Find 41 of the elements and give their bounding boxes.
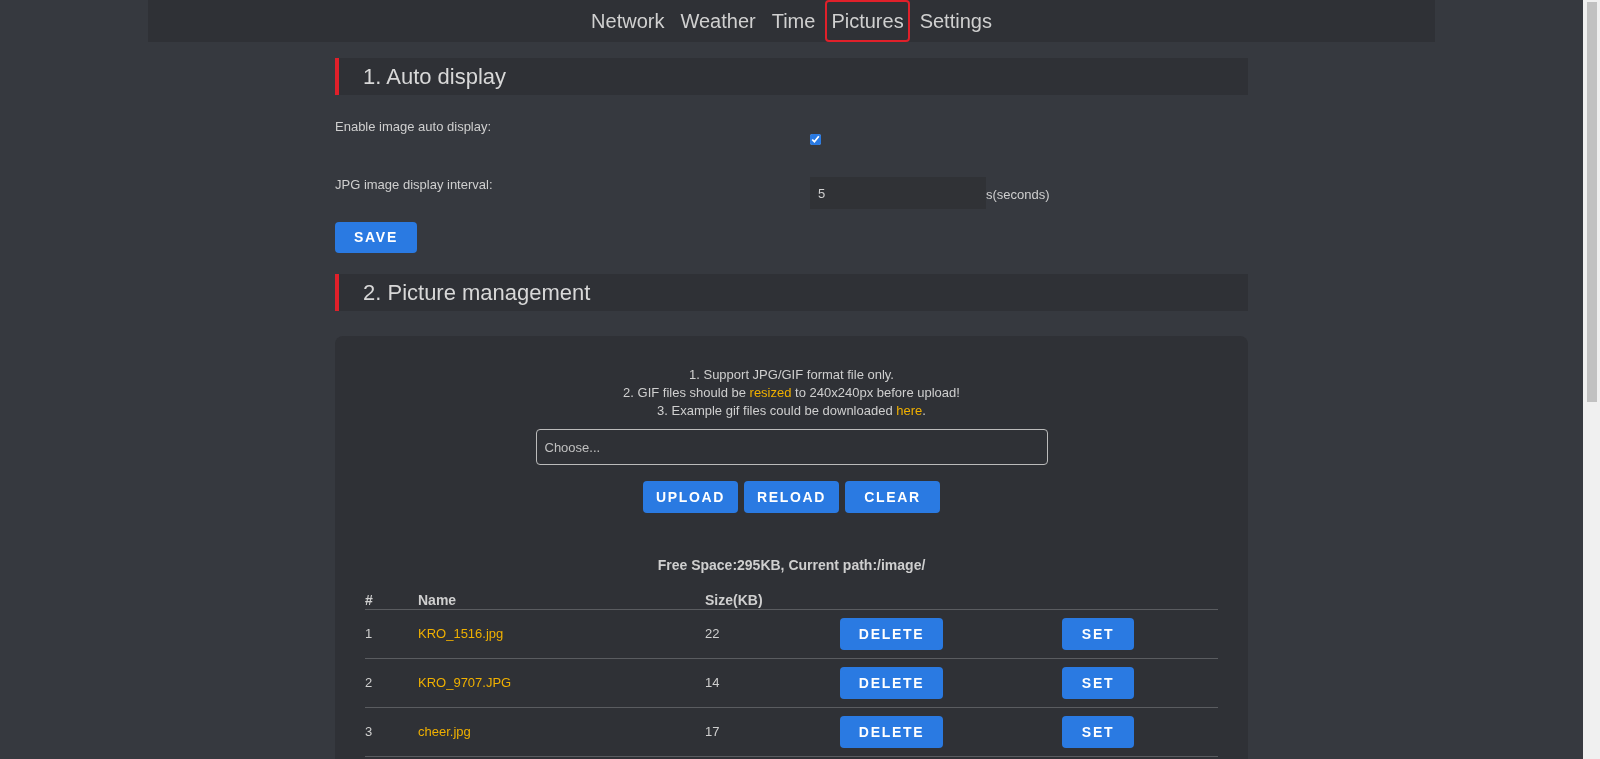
interval-input-field[interactable]: 5 xyxy=(810,177,986,209)
auto-display-checkbox[interactable] xyxy=(810,134,821,145)
set-button[interactable]: SET xyxy=(1062,618,1134,650)
file-name-link[interactable]: KRO_9707.JPG xyxy=(418,673,705,693)
section-title: 2. Picture management xyxy=(363,279,591,307)
help-link[interactable]: resized xyxy=(749,385,792,400)
help-text: 2. GIF files should be resized to 240x240px before upload! xyxy=(623,384,960,402)
table-cell-text: 22 xyxy=(705,625,721,644)
file-input-field[interactable]: Choose... xyxy=(535,429,1048,465)
table-cell-text: 1 xyxy=(365,625,374,644)
scrollbar[interactable] xyxy=(1583,0,1600,759)
column-header: Name xyxy=(418,591,458,610)
file-name-link[interactable]: KRO_1516.jpg xyxy=(418,624,705,644)
set-button[interactable]: SET xyxy=(1062,716,1134,748)
table-cell-text: 3 xyxy=(365,723,374,742)
nav-tab[interactable]: Weather xyxy=(674,0,762,42)
column-header: Size(KB) xyxy=(705,591,764,610)
table-cell-text: 2 xyxy=(365,674,374,693)
free-space-text: Free Space:295KB, Current path:/image/ xyxy=(657,556,926,575)
delete-button[interactable]: DELETE xyxy=(840,667,943,699)
section-title: 1. Auto display xyxy=(363,63,507,91)
field-label: Enable image auto display: xyxy=(335,118,493,136)
nav-tab[interactable]: Network xyxy=(585,0,671,42)
nav-tab[interactable]: Settings xyxy=(913,0,998,42)
file-name-link[interactable]: cheer.jpg xyxy=(418,722,705,742)
help-text: 3. Example gif files could be downloaded here. xyxy=(657,402,926,420)
action-button[interactable]: CLEAR xyxy=(845,481,940,513)
delete-button[interactable]: DELETE xyxy=(840,618,943,650)
save-button[interactable]: SAVE xyxy=(335,222,417,253)
table-cell-text: 17 xyxy=(705,723,721,742)
field-label: JPG image display interval: xyxy=(335,176,494,194)
column-header: # xyxy=(365,591,374,610)
action-button[interactable]: RELOAD xyxy=(744,481,839,513)
action-button[interactable]: UPLOAD xyxy=(643,481,738,513)
help-text: 1. Support JPG/GIF format file only. xyxy=(689,366,894,384)
delete-button[interactable]: DELETE xyxy=(840,716,943,748)
table-cell-text: 14 xyxy=(705,674,721,693)
unit-label: s(seconds) xyxy=(986,186,1050,204)
set-button[interactable]: SET xyxy=(1062,667,1134,699)
nav-tab[interactable]: Time xyxy=(765,0,822,42)
nav-tab[interactable]: Pictures xyxy=(825,0,910,42)
